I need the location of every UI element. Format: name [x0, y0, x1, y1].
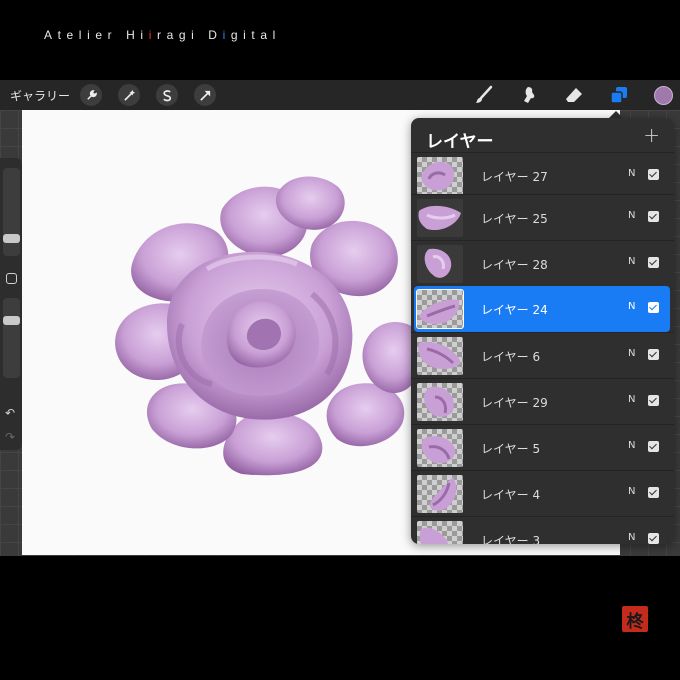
layers-panel-title: レイヤー: [426, 132, 494, 152]
blend-mode-button[interactable]: N: [628, 168, 635, 179]
magic-wand-icon[interactable]: [118, 84, 140, 106]
eraser-icon[interactable]: [563, 84, 585, 106]
layer-row[interactable]: レイヤー 29 N: [411, 378, 674, 424]
blend-mode-button[interactable]: N: [628, 394, 635, 405]
brand-part: i: [222, 28, 231, 42]
layer-row[interactable]: レイヤー 5 N: [411, 424, 674, 470]
layer-thumbnail: [417, 337, 463, 375]
blend-mode-button[interactable]: N: [628, 256, 635, 267]
visibility-checkbox[interactable]: [648, 302, 659, 313]
layers-icon[interactable]: [608, 84, 630, 106]
selection-icon[interactable]: [156, 84, 178, 106]
blend-mode-button[interactable]: N: [628, 440, 635, 451]
layer-thumbnail: [417, 157, 463, 195]
visibility-checkbox[interactable]: [648, 395, 659, 406]
layer-thumbnail: [417, 521, 463, 544]
rose-artwork: [115, 176, 422, 476]
layer-thumbnail: [417, 475, 463, 513]
left-sidebar: ↶ ↷: [0, 158, 22, 450]
visibility-checkbox[interactable]: [648, 533, 659, 544]
brush-size-slider[interactable]: [3, 168, 20, 256]
layer-thumbnail: [417, 429, 463, 467]
brand-part: Atelier Hi: [44, 28, 149, 42]
wrench-icon[interactable]: [80, 84, 102, 106]
layer-thumbnail: [417, 199, 463, 237]
layer-name: レイヤー 24: [481, 303, 548, 317]
visibility-checkbox[interactable]: [648, 257, 659, 268]
modify-button[interactable]: [6, 273, 17, 284]
brand-part: ragi D: [156, 28, 223, 42]
brush-icon[interactable]: [473, 84, 495, 106]
top-toolbar: ギャラリー: [0, 80, 680, 110]
transform-arrow-icon[interactable]: [194, 84, 216, 106]
blend-mode-button[interactable]: N: [628, 301, 635, 312]
add-layer-button[interactable]: +: [643, 123, 660, 147]
layer-row[interactable]: レイヤー 28 N: [411, 240, 674, 286]
blend-mode-button[interactable]: N: [628, 210, 635, 221]
blend-mode-button[interactable]: N: [628, 486, 635, 497]
opacity-slider[interactable]: [3, 298, 20, 378]
layer-row[interactable]: レイヤー 4 N: [411, 470, 674, 516]
visibility-checkbox[interactable]: [648, 211, 659, 222]
layer-row[interactable]: レイヤー 3 N: [411, 516, 674, 544]
layer-name: レイヤー 25: [481, 212, 548, 226]
redo-icon[interactable]: ↷: [5, 430, 15, 444]
blend-mode-button[interactable]: N: [628, 348, 635, 359]
layer-name: レイヤー 28: [481, 258, 548, 272]
layer-row[interactable]: レイヤー 25 N: [411, 194, 674, 240]
blend-mode-button[interactable]: N: [628, 532, 635, 543]
layer-name: レイヤー 27: [481, 170, 548, 184]
brand-part: i: [148, 28, 157, 42]
visibility-checkbox[interactable]: [648, 169, 659, 180]
opacity-knob[interactable]: [3, 316, 20, 325]
layer-name: レイヤー 3: [481, 534, 541, 544]
layer-name: レイヤー 6: [481, 350, 541, 364]
layer-thumbnail: [417, 245, 463, 283]
layers-panel: レイヤー + レイヤー 27 N レイヤー 25 N レイヤー 28 N レイヤ…: [411, 118, 674, 544]
color-picker-button[interactable]: [654, 86, 673, 105]
gallery-button[interactable]: ギャラリー: [10, 87, 70, 104]
layer-name: レイヤー 29: [481, 396, 548, 410]
undo-icon[interactable]: ↶: [5, 406, 15, 420]
visibility-checkbox[interactable]: [648, 349, 659, 360]
visibility-checkbox[interactable]: [648, 441, 659, 452]
layer-name: レイヤー 5: [481, 442, 541, 456]
brand-part: gital: [230, 28, 281, 42]
smudge-icon[interactable]: [518, 84, 540, 106]
layer-row-selected[interactable]: レイヤー 24 N: [414, 286, 670, 332]
visibility-checkbox[interactable]: [648, 487, 659, 498]
brand-title: Atelier Hiiragi Digital: [44, 28, 281, 42]
layer-row[interactable]: レイヤー 27 N: [411, 152, 674, 198]
artist-seal: 柊: [622, 606, 648, 632]
layer-row[interactable]: レイヤー 6 N: [411, 332, 674, 378]
layer-thumbnail: [417, 383, 463, 421]
layer-thumbnail: [416, 289, 464, 329]
brush-size-knob[interactable]: [3, 234, 20, 243]
layer-name: レイヤー 4: [481, 488, 541, 502]
